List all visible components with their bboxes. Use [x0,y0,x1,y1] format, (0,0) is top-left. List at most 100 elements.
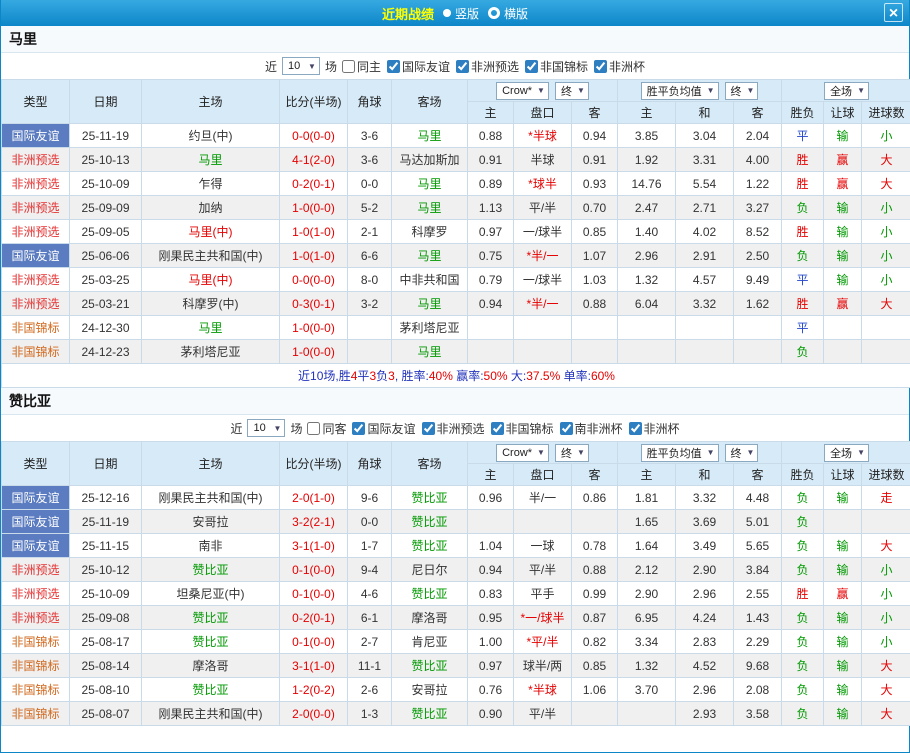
home-team-link[interactable]: 赞比亚 [142,630,280,654]
odds-group-stage-select[interactable]: 终▼ [725,444,759,462]
odds-stage-select[interactable]: 终▼ [555,82,589,100]
checkbox-input[interactable] [560,422,573,435]
home-team-link[interactable]: 安哥拉 [142,510,280,534]
checkbox-input[interactable] [456,60,469,73]
match-row: 非洲预选25-03-25马里(中)0-0(0-0)8-0中非共和国0.79一/球… [2,268,910,292]
home-team-link[interactable]: 茅利塔尼亚 [142,340,280,364]
checkbox-input[interactable] [525,60,538,73]
away-team-link[interactable]: 尼日尔 [392,558,468,582]
home-team-link[interactable]: 加纳 [142,196,280,220]
checkbox-input[interactable] [342,60,355,73]
away-team-link[interactable]: 茅利塔尼亚 [392,316,468,340]
filter-checkbox[interactable]: 同客 [307,420,346,437]
away-team-link[interactable]: 中非共和国 [392,268,468,292]
away-team-link[interactable]: 马里 [392,124,468,148]
filter-checkbox[interactable]: 非洲预选 [456,58,519,75]
checkbox-input[interactable] [629,422,642,435]
away-team-link[interactable]: 赞比亚 [392,702,468,726]
recent-count-select[interactable]: 10 ▼ [247,419,285,437]
match-type-cell: 非洲预选 [2,606,70,630]
away-team-link[interactable]: 马里 [392,292,468,316]
bookmaker-select[interactable]: Crow*▼ [496,82,549,100]
checkbox-input[interactable] [491,422,504,435]
away-team-link[interactable]: 马里 [392,244,468,268]
away-team-link[interactable]: 安哥拉 [392,678,468,702]
away-team-link[interactable]: 赞比亚 [392,486,468,510]
away-team-link[interactable]: 赞比亚 [392,654,468,678]
home-team-link[interactable]: 马里(中) [142,220,280,244]
away-team-link[interactable]: 肯尼亚 [392,630,468,654]
home-team-link[interactable]: 赞比亚 [142,606,280,630]
recent-count-select[interactable]: 10 ▼ [282,57,320,75]
filter-checkbox[interactable]: 非国锦标 [491,420,554,437]
home-team-link[interactable]: 刚果民主共和国(中) [142,702,280,726]
col-handicap-result: 让球 [824,464,862,486]
goals-result-cell: 大 [862,678,910,702]
scope-select[interactable]: 全场▼ [824,444,869,462]
home-team-link[interactable]: 坦桑尼亚(中) [142,582,280,606]
close-icon[interactable]: × [884,3,903,22]
home-team-link[interactable]: 刚果民主共和国(中) [142,486,280,510]
home-team-link[interactable]: 马里 [142,148,280,172]
odds-group-select[interactable]: 胜平负均值▼ [641,444,719,462]
layout-option-horizontal[interactable]: 横版 [488,5,528,22]
handicap-cell: *平/半 [514,630,572,654]
result-cell: 负 [782,486,824,510]
away-team-link[interactable]: 马达加斯加 [392,148,468,172]
layout-option-vertical[interactable]: 竖版 [443,5,479,22]
home-team-link[interactable]: 约旦(中) [142,124,280,148]
filter-checkbox[interactable]: 国际友谊 [387,58,450,75]
home-team-link[interactable]: 南非 [142,534,280,558]
filter-checkbox[interactable]: 非国锦标 [525,58,588,75]
away-team-link[interactable]: 马里 [392,340,468,364]
filter-checkbox[interactable]: 非洲预选 [422,420,485,437]
col-handicap-result: 让球 [824,102,862,124]
checkbox-input[interactable] [352,422,365,435]
home-team-link[interactable]: 马里(中) [142,268,280,292]
away-team-link[interactable]: 赞比亚 [392,582,468,606]
home-team-link[interactable]: 刚果民主共和国(中) [142,244,280,268]
filter-checkbox[interactable]: 同主 [342,58,381,75]
result-cell: 负 [782,606,824,630]
summary-segment: 60% [591,369,615,383]
checkbox-input[interactable] [387,60,400,73]
home-team-link[interactable]: 马里 [142,316,280,340]
goals-result-cell: 走 [862,486,910,510]
lose-odds-cell: 9.49 [734,268,782,292]
handicap-cell: *半球 [514,124,572,148]
chevron-down-icon: ▼ [747,86,755,95]
checkbox-label: 非洲杯 [609,58,645,75]
summary-segment: 近10场,胜 [298,369,351,383]
bookmaker-select[interactable]: Crow*▼ [496,444,549,462]
match-type-cell: 非国锦标 [2,678,70,702]
match-date-cell: 25-10-09 [70,172,142,196]
filter-checkbox[interactable]: 国际友谊 [352,420,415,437]
home-team-link[interactable]: 乍得 [142,172,280,196]
checkbox-label: 非洲预选 [471,58,519,75]
scope-select[interactable]: 全场▼ [824,82,869,100]
away-team-link[interactable]: 赞比亚 [392,510,468,534]
odds-stage-select[interactable]: 终▼ [555,444,589,462]
home-team-link[interactable]: 赞比亚 [142,678,280,702]
away-team-link[interactable]: 马里 [392,172,468,196]
home-team-link[interactable]: 科摩罗(中) [142,292,280,316]
away-team-link[interactable]: 科摩罗 [392,220,468,244]
odds-group-stage-select[interactable]: 终▼ [725,82,759,100]
filter-checkbox[interactable]: 南非洲杯 [560,420,623,437]
win-odds-cell: 3.70 [618,678,676,702]
away-team-link[interactable]: 马里 [392,196,468,220]
home-team-link[interactable]: 摩洛哥 [142,654,280,678]
result-cell: 负 [782,196,824,220]
checkbox-label: 南非洲杯 [575,420,623,437]
checkbox-input[interactable] [307,422,320,435]
away-team-link[interactable]: 摩洛哥 [392,606,468,630]
checkbox-input[interactable] [422,422,435,435]
odds-group-select[interactable]: 胜平负均值▼ [641,82,719,100]
filter-near-label: 近 [230,420,242,437]
home-team-link[interactable]: 赞比亚 [142,558,280,582]
filter-checkbox[interactable]: 非洲杯 [594,58,645,75]
away-team-link[interactable]: 赞比亚 [392,534,468,558]
filter-checkbox[interactable]: 非洲杯 [629,420,680,437]
col-corner: 角球 [348,442,392,486]
checkbox-input[interactable] [594,60,607,73]
